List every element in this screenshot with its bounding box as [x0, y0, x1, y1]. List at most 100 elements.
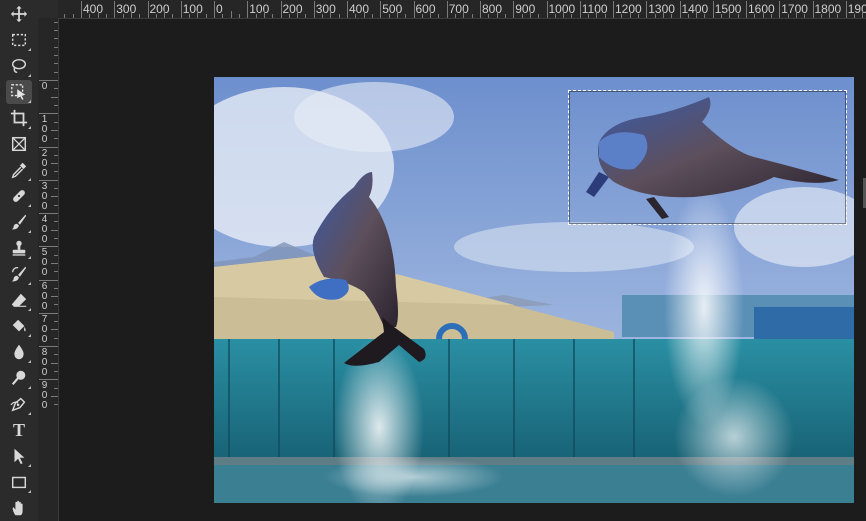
- vertical-ruler[interactable]: 0 100 200 300 400 500 600 700 800 900: [38, 18, 59, 521]
- ruler-tick-minor: [654, 14, 656, 18]
- ruler-tick-minor: [230, 11, 232, 18]
- ruler-tick-minor: [54, 304, 58, 306]
- ruler-label: 900: [41, 380, 48, 412]
- ruler-tick-minor: [488, 14, 490, 18]
- move-icon[interactable]: [6, 2, 32, 26]
- ruler-tick-minor: [396, 11, 398, 18]
- ruler-label: 600: [415, 2, 436, 16]
- ruler-label: 800: [482, 2, 503, 16]
- ruler-label: 100: [41, 114, 48, 146]
- ruler-tick-minor: [54, 171, 58, 173]
- type-icon[interactable]: T: [6, 418, 32, 442]
- ruler-tick-minor: [54, 188, 58, 190]
- ruler-tick-minor: [696, 11, 698, 18]
- ruler-tick-minor: [762, 11, 764, 18]
- ruler-tick-minor: [89, 14, 91, 18]
- ruler-tick-minor: [205, 14, 207, 18]
- ruler-tick-minor: [729, 11, 731, 18]
- ruler-origin[interactable]: [38, 0, 59, 19]
- ruler-tick-major: [114, 1, 116, 18]
- eraser-icon[interactable]: [6, 288, 32, 312]
- ruler-tick-minor: [820, 14, 822, 18]
- ruler-tick-minor: [297, 11, 299, 18]
- ruler-tick-major: [81, 1, 82, 18]
- drop-icon[interactable]: [6, 340, 32, 364]
- ruler-tick-minor: [496, 11, 498, 18]
- crop-icon[interactable]: [6, 106, 32, 130]
- ruler-tick-minor: [51, 262, 58, 264]
- ruler-tick-minor: [637, 14, 639, 18]
- ruler-tick-minor: [272, 14, 274, 18]
- ruler-tick-minor: [51, 296, 58, 298]
- ruler-tick-major: [480, 1, 481, 18]
- horizontal-ruler[interactable]: 400 300 200 100 0 100 200 300 400 500 600 700 800 900…: [58, 0, 866, 19]
- bandage-icon[interactable]: [6, 184, 32, 208]
- ruler-tick-minor: [671, 14, 673, 18]
- arrow-icon[interactable]: [6, 444, 32, 468]
- ruler-tick-minor: [363, 11, 365, 18]
- frame-icon[interactable]: [6, 132, 32, 156]
- ruler-tick-minor: [538, 14, 540, 18]
- ruler-tick-minor: [305, 14, 307, 18]
- ruler-tick-minor: [197, 11, 199, 18]
- ruler-tick-minor: [804, 14, 806, 18]
- ruler-tick-major: [779, 1, 781, 18]
- ruler-tick-minor: [288, 14, 290, 18]
- ruler-tick-major: [579, 1, 581, 18]
- pen-icon[interactable]: [6, 392, 32, 416]
- ruler-tick-minor: [255, 14, 257, 18]
- lasso-icon[interactable]: [6, 54, 32, 78]
- ruler-tick-minor: [687, 14, 689, 18]
- ruler-tick-major: [280, 1, 282, 18]
- rectangle-icon[interactable]: [6, 470, 32, 494]
- ruler-tick-minor: [463, 11, 465, 18]
- brush-icon[interactable]: [6, 210, 32, 234]
- ruler-tick-minor: [588, 14, 590, 18]
- ruler-tick-minor: [51, 329, 58, 331]
- ruler-label: 200: [41, 147, 48, 179]
- stamp-icon[interactable]: [6, 236, 32, 260]
- ruler-tick-minor: [51, 96, 58, 98]
- marquee-selection[interactable]: [568, 90, 847, 225]
- ruler-tick-minor: [51, 229, 58, 231]
- ruler-tick-major: [845, 1, 847, 18]
- ruler-label: 600: [41, 280, 48, 312]
- dodge-icon[interactable]: [6, 366, 32, 390]
- ruler-tick-minor: [371, 14, 373, 18]
- ruler-tick-minor: [471, 14, 473, 18]
- ruler-label: 300: [41, 180, 48, 212]
- ruler-tick-minor: [338, 14, 340, 18]
- ruler-label: 0: [41, 81, 48, 92]
- ruler-tick-minor: [604, 14, 606, 18]
- ruler-tick-minor: [737, 14, 739, 18]
- ruler-tick-major: [413, 1, 415, 18]
- ruler-tick-minor: [322, 14, 324, 18]
- ruler-label: 200: [149, 2, 170, 16]
- ruler-tick-minor: [571, 14, 573, 18]
- object-selection-icon[interactable]: [6, 80, 32, 104]
- ruler-tick-minor: [54, 121, 58, 123]
- ruler-label: 300: [315, 2, 336, 16]
- ruler-tick-minor: [54, 63, 58, 65]
- ruler-tick-minor: [754, 14, 756, 18]
- ruler-tick-minor: [164, 11, 166, 18]
- bucket-icon[interactable]: [6, 314, 32, 338]
- ruler-tick-minor: [54, 88, 58, 90]
- ruler-tick-minor: [430, 11, 432, 18]
- ruler-tick-minor: [122, 14, 124, 18]
- ruler-tick-minor: [355, 14, 357, 18]
- hand-icon[interactable]: [6, 496, 32, 520]
- marquee-icon[interactable]: [6, 28, 32, 52]
- history-brush-icon[interactable]: [6, 262, 32, 286]
- ruler-tick-minor: [529, 11, 531, 18]
- ruler-label: 500: [382, 2, 403, 16]
- ruler-tick-minor: [238, 14, 240, 18]
- ruler-tick-major: [513, 1, 515, 18]
- ruler-label: 400: [349, 2, 370, 16]
- eyedropper-icon[interactable]: [6, 158, 32, 182]
- ruler-label: 300: [116, 2, 137, 16]
- ruler-label: 700: [41, 313, 48, 345]
- ruler-tick-minor: [421, 14, 423, 18]
- ruler-tick-minor: [189, 14, 191, 18]
- ruler-tick-minor: [621, 14, 623, 18]
